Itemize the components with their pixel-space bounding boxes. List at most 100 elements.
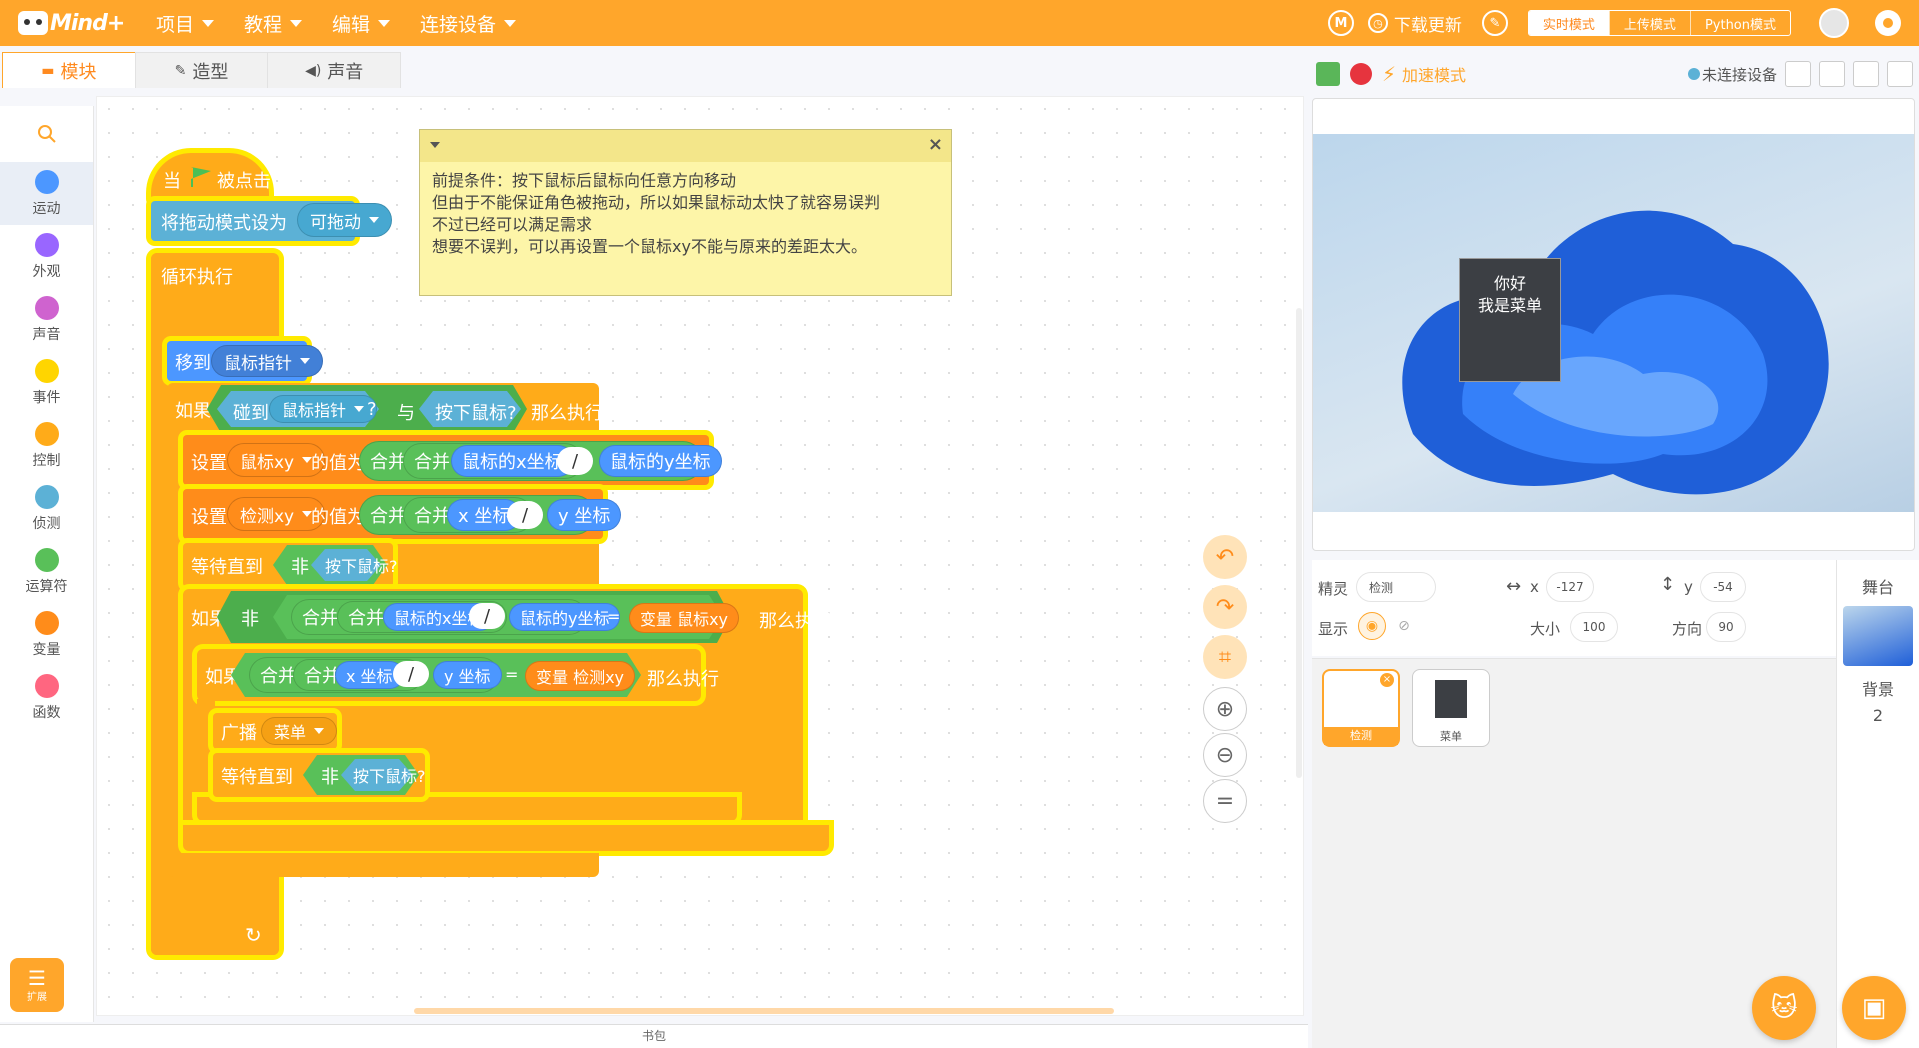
- search-icon: [37, 125, 56, 143]
- comment-header[interactable]: ×: [420, 130, 951, 162]
- block-categories: 运动 外观 声音 事件 控制 侦测 运算符 变量 函数: [0, 106, 94, 1022]
- mode-python[interactable]: Python模式: [1689, 11, 1790, 35]
- medium-stage-button[interactable]: [1819, 61, 1845, 87]
- y-position-reporter[interactable]: y 坐标: [547, 499, 622, 531]
- sprite-thumb-detect[interactable]: × 检测: [1322, 669, 1400, 747]
- gear-icon[interactable]: [1875, 10, 1901, 36]
- edit-circle-icon[interactable]: ✎: [1481, 10, 1508, 36]
- var-detect-xy-reporter[interactable]: 变量 检测xy: [525, 661, 636, 691]
- large-stage-button[interactable]: [1853, 61, 1879, 87]
- category-control[interactable]: 控制: [0, 414, 93, 477]
- mode-upload[interactable]: 上传模式: [1608, 11, 1690, 35]
- separator-value: /: [483, 605, 491, 627]
- comment-body[interactable]: 前提条件：按下鼠标后鼠标向任意方向移动 但由于不能保证角色被拖动，所以如果鼠标动…: [420, 162, 951, 266]
- mouse-y-reporter[interactable]: 鼠标的y坐标: [599, 445, 722, 477]
- tab-sounds[interactable]: ◀) 声音: [267, 52, 402, 88]
- separator-input[interactable]: /: [469, 603, 505, 629]
- zoom-in-button[interactable]: ⊕: [1203, 687, 1247, 731]
- mouse-y-reporter-2[interactable]: 鼠标的y坐标: [509, 603, 621, 631]
- direction-field[interactable]: 90: [1706, 612, 1746, 642]
- category-events[interactable]: 事件: [0, 351, 93, 414]
- join-label: 合并: [302, 608, 338, 629]
- extension-button[interactable]: ☰ 扩展: [10, 958, 64, 1012]
- stage-canvas[interactable]: 你好 我是菜单: [1313, 134, 1914, 512]
- separator-input[interactable]: /: [393, 661, 429, 687]
- mode-switch: 实时模式 上传模式 Python模式: [1527, 10, 1791, 36]
- category-operators[interactable]: 运算符: [0, 540, 93, 603]
- backpack-bar[interactable]: 书包: [0, 1024, 1308, 1048]
- touching-target-dropdown[interactable]: 鼠标指针: [269, 395, 378, 423]
- tab-costumes[interactable]: ✎ 造型: [134, 52, 269, 88]
- mouse-x-reporter[interactable]: 鼠标的x坐标: [451, 445, 574, 477]
- join-label: 合并: [414, 506, 450, 527]
- y-position-reporter-2[interactable]: y 坐标: [433, 661, 502, 689]
- user-avatar[interactable]: [1819, 8, 1849, 38]
- tab-blocks[interactable]: ▬ 模块: [2, 52, 136, 88]
- code-workspace[interactable]: 循环执行 ↻ 当 被点击 将拖动模式设为 可拖动 移到 鼠标指针 如果 碰到 鼠…: [96, 96, 1304, 1016]
- stop-button[interactable]: [1350, 63, 1372, 85]
- sprite-thumb-menu[interactable]: 菜单: [1412, 669, 1490, 747]
- separator-input[interactable]: /: [507, 501, 543, 529]
- download-update-button[interactable]: ◷ 下载更新: [1367, 11, 1462, 36]
- x-position-label: x 坐标: [346, 667, 393, 686]
- size-value: 100: [1582, 620, 1606, 634]
- wait-until-label: 等待直到: [191, 557, 263, 578]
- category-motion[interactable]: 运动: [0, 162, 93, 225]
- undo-button[interactable]: ↶: [1203, 535, 1247, 579]
- goto-target-dropdown[interactable]: 鼠标指针: [211, 345, 323, 377]
- community-icon[interactable]: M: [1327, 10, 1354, 36]
- turbo-mode-toggle[interactable]: ⚡ 加速模式: [1382, 62, 1466, 86]
- broadcast-message-dropdown[interactable]: 菜单: [261, 717, 338, 745]
- vertical-scrollbar[interactable]: [1296, 308, 1302, 778]
- sprite-name-field[interactable]: 检测: [1356, 572, 1436, 602]
- redo-button[interactable]: ↷: [1203, 585, 1247, 629]
- category-variables[interactable]: 变量: [0, 603, 93, 666]
- y-field[interactable]: -54: [1700, 572, 1746, 602]
- category-sound[interactable]: 声音: [0, 288, 93, 351]
- eye-icon[interactable]: ◉: [1358, 612, 1386, 640]
- sprite-thumb-image: [1435, 680, 1467, 718]
- comment-note[interactable]: × 前提条件：按下鼠标后鼠标向任意方向移动 但由于不能保证角色被拖动，所以如果鼠…: [419, 129, 952, 296]
- backdrop-thumbnail[interactable]: [1843, 606, 1913, 666]
- menu-sprite[interactable]: 你好 我是菜单: [1459, 258, 1561, 382]
- close-icon[interactable]: ×: [928, 134, 943, 155]
- block-search-button[interactable]: [0, 106, 93, 162]
- category-looks[interactable]: 外观: [0, 225, 93, 288]
- category-dot: [34, 232, 59, 257]
- add-backdrop-button[interactable]: ▣: [1842, 976, 1906, 1040]
- fullscreen-button[interactable]: [1887, 61, 1913, 87]
- size-field[interactable]: 100: [1570, 612, 1618, 642]
- y-label: y: [1684, 578, 1693, 596]
- add-sprite-button[interactable]: 🐱: [1752, 976, 1816, 1040]
- crop-button[interactable]: ⌗: [1203, 635, 1247, 679]
- menu-connect-device[interactable]: 连接设备: [420, 10, 517, 37]
- green-flag-button[interactable]: [1316, 62, 1340, 86]
- set2-var-value: 检测xy: [240, 506, 295, 527]
- join-label: 合并: [348, 608, 384, 629]
- category-functions[interactable]: 函数: [0, 666, 93, 729]
- menu-tutorial[interactable]: 教程: [244, 10, 303, 37]
- eye-hidden-icon[interactable]: ⊘: [1390, 612, 1418, 640]
- collapse-icon[interactable]: [430, 142, 440, 148]
- separator-input[interactable]: /: [557, 447, 593, 475]
- chevron-down-icon: [369, 217, 379, 223]
- sprite-name-value: 检测: [1369, 580, 1394, 595]
- menu-project[interactable]: 项目: [156, 10, 215, 37]
- blocks-icon: ▬: [41, 62, 55, 79]
- chevron-down-icon: [354, 406, 365, 412]
- drag-mode-dropdown[interactable]: 可拖动: [297, 203, 392, 237]
- mode-realtime[interactable]: 实时模式: [1528, 11, 1609, 35]
- stage-panel[interactable]: 舞台 背景 2: [1836, 560, 1919, 1048]
- var-mouse-xy-reporter[interactable]: 变量 鼠标xy: [629, 603, 740, 633]
- x-field[interactable]: -127: [1546, 572, 1594, 602]
- horizontal-scrollbar[interactable]: [414, 1008, 1114, 1014]
- category-sensing[interactable]: 侦测: [0, 477, 93, 540]
- zoom-out-button[interactable]: ⊖: [1203, 733, 1247, 777]
- small-stage-button[interactable]: [1785, 61, 1811, 87]
- delete-sprite-icon[interactable]: ×: [1380, 673, 1394, 687]
- stage-panel-title: 舞台: [1861, 578, 1894, 597]
- category-dot: [34, 610, 59, 635]
- zoom-reset-button[interactable]: =: [1203, 779, 1247, 823]
- device-status: 未连接设备: [1687, 64, 1777, 85]
- menu-edit[interactable]: 编辑: [332, 10, 391, 37]
